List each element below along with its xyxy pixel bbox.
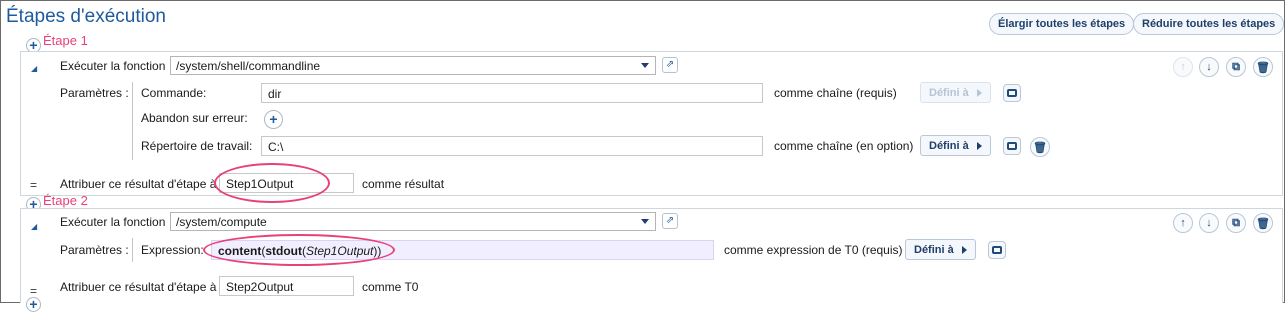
trash-icon: 🗑 xyxy=(1033,141,1047,154)
define-label: Défini à xyxy=(914,243,954,256)
param-command-hint: comme chaîne (requis) xyxy=(774,86,897,100)
expr-fn-content: content xyxy=(218,244,262,258)
step-1-params-label: Paramètres : xyxy=(60,86,129,100)
step-1-duplicate-button[interactable]: ⧉ xyxy=(1226,57,1246,77)
param-expression-xpath-button[interactable] xyxy=(988,241,1006,259)
step-2-function-select[interactable]: /system/compute xyxy=(170,212,656,231)
collapse-all-button[interactable]: Réduire toutes les étapes xyxy=(1133,13,1285,35)
copy-icon: ⧉ xyxy=(1232,216,1240,229)
define-label: Défini à xyxy=(929,139,969,152)
external-link-icon: ⇗ xyxy=(665,59,675,70)
step-1-assign-suffix: comme résultat xyxy=(362,177,445,191)
param-expression-hint: comme expression de T0 (requis) xyxy=(724,243,903,257)
param-command-xpath-button[interactable] xyxy=(1003,84,1021,102)
trash-icon: 🗑 xyxy=(1256,61,1270,74)
step-1-label: Étape 1 xyxy=(43,33,88,48)
param-workdir-xpath-button[interactable] xyxy=(1003,137,1021,155)
trash-icon: 🗑 xyxy=(1256,217,1270,230)
step-1-function-value: /system/shell/commandline xyxy=(176,59,321,73)
step-2-move-down-button[interactable]: ↓ xyxy=(1199,213,1219,233)
step-2-function-value: /system/compute xyxy=(176,215,267,229)
copy-icon: ⧉ xyxy=(1232,60,1240,73)
arrow-up-icon: ↑ xyxy=(1180,61,1186,73)
play-arrow-icon xyxy=(961,245,967,254)
expr-arg: Step1Output xyxy=(306,244,374,258)
arrow-down-icon: ↓ xyxy=(1206,217,1212,229)
param-command-define-button[interactable]: Défini à xyxy=(920,82,991,103)
external-link-icon: ⇗ xyxy=(665,215,675,226)
expression-icon xyxy=(1007,89,1017,97)
expression-icon xyxy=(1007,142,1017,150)
chevron-down-icon xyxy=(641,219,649,224)
define-label: Défini à xyxy=(929,86,969,99)
expand-all-button[interactable]: Élargir toutes les étapes xyxy=(989,13,1135,35)
step-1-collapse-toggle[interactable]: ◢ xyxy=(31,64,37,73)
param-command-input[interactable]: dir xyxy=(261,83,763,103)
step-2-assign-suffix: comme T0 xyxy=(362,280,419,294)
chevron-down-icon xyxy=(641,63,649,68)
step-2-duplicate-button[interactable]: ⧉ xyxy=(1226,213,1246,233)
play-arrow-icon xyxy=(976,141,982,150)
expr-fn-stdout: stdout xyxy=(265,244,302,258)
param-abort-add-button[interactable]: + xyxy=(264,110,283,129)
expr-paren-close: )) xyxy=(373,244,382,258)
arrow-up-icon: ↑ xyxy=(1180,217,1186,229)
step-2-open-function-button[interactable]: ⇗ xyxy=(662,213,678,229)
step-1-assign-input[interactable]: Step1Output xyxy=(219,173,354,193)
param-workdir-hint: comme chaîne (en option) xyxy=(774,139,914,153)
step-1-delete-button[interactable]: 🗑 xyxy=(1253,57,1273,77)
step-2-move-up-button[interactable]: ↑ xyxy=(1173,213,1193,233)
step-2-params-label: Paramètres : xyxy=(60,243,129,257)
param-workdir-define-button[interactable]: Défini à xyxy=(920,135,991,156)
step-2-execute-label: Exécuter la fonction xyxy=(60,215,166,229)
add-step-after-2-button[interactable]: + xyxy=(26,297,41,312)
param-workdir-label: Répertoire de travail: xyxy=(141,139,253,153)
step-2-delete-button[interactable]: 🗑 xyxy=(1253,213,1273,233)
step-1-assign-label: Attribuer ce résultat d'étape à xyxy=(60,177,217,191)
param-expression-input[interactable]: content(stdout(Step1Output)) xyxy=(211,240,714,260)
param-workdir-delete-button[interactable]: 🗑 xyxy=(1030,137,1050,157)
param-workdir-input[interactable]: C:\ xyxy=(261,136,763,156)
param-expression-define-button[interactable]: Défini à xyxy=(905,239,976,260)
step-2-collapse-toggle[interactable]: ◢ xyxy=(31,222,37,231)
page-title: Étapes d'exécution xyxy=(6,6,166,27)
param-expression-label: Expression: xyxy=(141,243,204,257)
step-1-move-up-button[interactable]: ↑ xyxy=(1173,57,1193,77)
assign-equals-symbol: = xyxy=(30,178,38,192)
step-1-function-select[interactable]: /system/shell/commandline xyxy=(170,56,656,75)
step-1-move-down-button[interactable]: ↓ xyxy=(1199,57,1219,77)
arrow-down-icon: ↓ xyxy=(1206,61,1212,73)
play-arrow-icon xyxy=(976,88,982,97)
step-1-open-function-button[interactable]: ⇗ xyxy=(662,57,678,73)
step-2-assign-label: Attribuer ce résultat d'étape à xyxy=(60,280,217,294)
param-abort-label: Abandon sur erreur: xyxy=(141,111,248,125)
params-divider xyxy=(132,238,133,262)
param-command-label: Commande: xyxy=(141,86,207,100)
params-divider xyxy=(132,82,133,160)
step-1-execute-label: Exécuter la fonction xyxy=(60,59,166,73)
step-2-assign-input[interactable]: Step2Output xyxy=(219,276,354,296)
step-2-label: Étape 2 xyxy=(43,193,88,208)
expression-icon xyxy=(992,246,1002,254)
